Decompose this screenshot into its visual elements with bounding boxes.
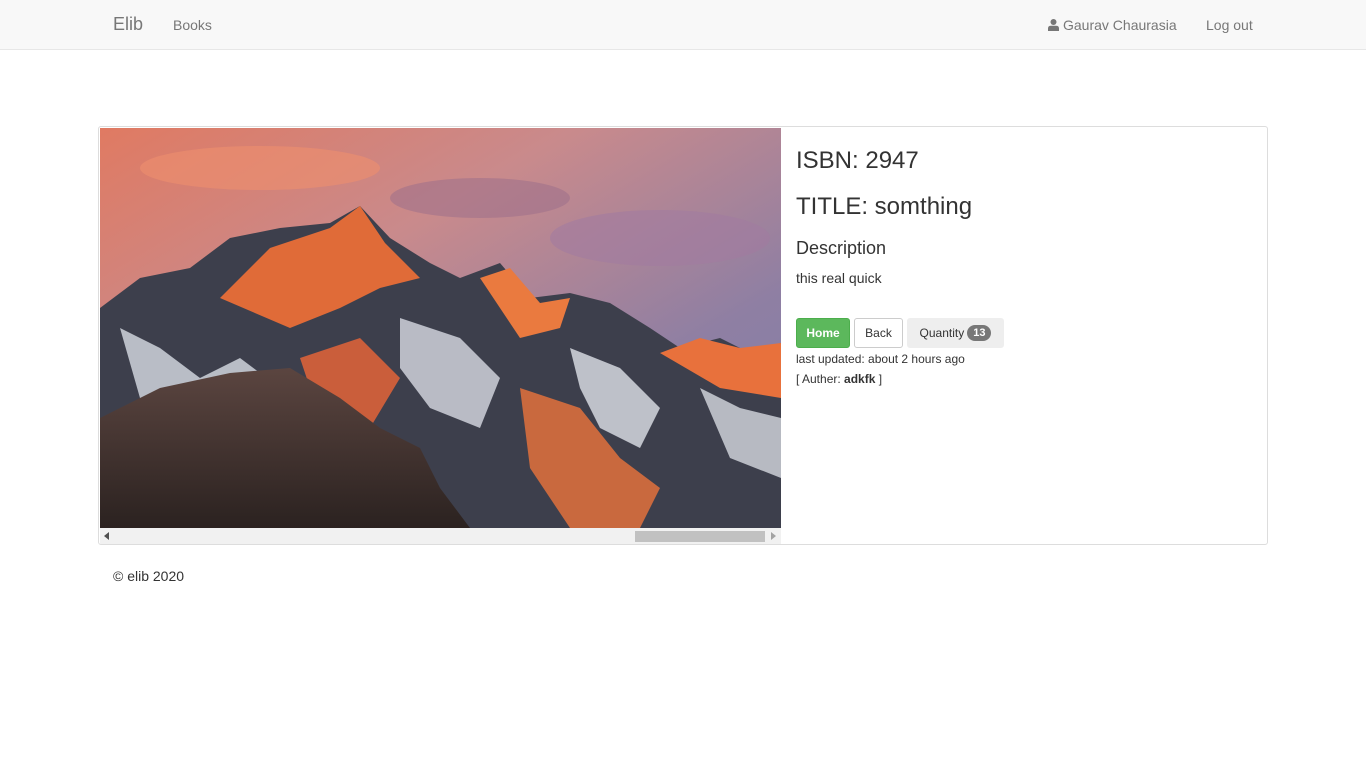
quantity-label: Quantity xyxy=(919,326,965,340)
last-updated-text: last updated: about 2 hours ago xyxy=(796,352,965,366)
horizontal-scrollbar[interactable] xyxy=(100,528,781,544)
quantity-badge: 13 xyxy=(967,325,992,341)
scrollbar-thumb[interactable] xyxy=(635,531,765,542)
top-navbar: Elib Books Gaurav Chaurasia Log out xyxy=(0,0,1366,50)
author-line: [ Auther: adkfk ] xyxy=(796,372,882,386)
nav-books-link[interactable]: Books xyxy=(173,17,212,33)
quantity-button[interactable]: Quantity 13 xyxy=(907,318,1004,348)
footer-copyright: © elib 2020 xyxy=(113,568,185,584)
author-prefix: [ Auther: xyxy=(796,372,845,386)
user-name: Gaurav Chaurasia xyxy=(1063,17,1177,33)
user-icon xyxy=(1048,19,1059,31)
book-description: this real quick xyxy=(796,270,882,286)
author-name: adkfk xyxy=(844,372,876,386)
back-button[interactable]: Back xyxy=(854,318,903,348)
description-heading: Description xyxy=(796,238,887,258)
book-detail-card: ISBN: 2947 TITLE: somthing Description t… xyxy=(98,126,1268,545)
scroll-right-icon[interactable] xyxy=(771,532,776,540)
scroll-left-icon[interactable] xyxy=(104,532,109,540)
book-cover-image xyxy=(100,128,781,528)
book-image-container[interactable] xyxy=(100,128,781,544)
brand-link[interactable]: Elib xyxy=(113,14,143,35)
logout-link[interactable]: Log out xyxy=(1206,17,1253,33)
user-profile-link[interactable]: Gaurav Chaurasia xyxy=(1048,17,1177,33)
book-title: TITLE: somthing xyxy=(796,193,973,220)
author-suffix: ] xyxy=(875,372,883,386)
book-isbn: ISBN: 2947 xyxy=(796,147,919,174)
home-button[interactable]: Home xyxy=(796,318,850,348)
